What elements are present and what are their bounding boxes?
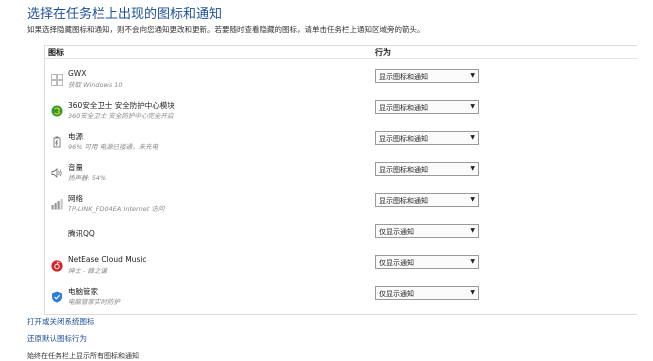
behavior-dropdown[interactable]: 显示图标和通知 ▼ (375, 162, 479, 176)
restore-default-link[interactable]: 还原默认图标行为 (27, 333, 87, 344)
system-icons-link[interactable]: 打开或关闭系统图标 (27, 316, 95, 327)
table-row: 电脑管家 电脑管家实时防护 仅显示通知 ▼ (45, 282, 637, 313)
table-row: 网络 TP-LINK_FD04EA Internet 访问 显示图标和通知 ▼ (45, 189, 637, 220)
notification-icons-table: 图标 行为 GWX 获取 Windows 10 显示图标和通知 ▼ 360安全卫 (44, 45, 637, 315)
network-icon (51, 195, 63, 210)
pc-manager-icon (51, 288, 63, 303)
row-name: 腾讯QQ (68, 229, 95, 238)
table-row: GWX 获取 Windows 10 显示图标和通知 ▼ (45, 65, 637, 96)
row-name: GWX (68, 69, 87, 78)
row-status: 获取 Windows 10 (68, 81, 123, 89)
dropdown-arrow-icon: ▼ (470, 196, 475, 203)
speaker-icon (51, 164, 63, 178)
table-row: NetEase Cloud Music 绅士 - 薛之谦 仅显示通知 ▼ (45, 251, 637, 282)
behavior-dropdown[interactable]: 显示图标和通知 ▼ (375, 100, 479, 114)
table-row: 音量 扬声器: 54% 显示图标和通知 ▼ (45, 158, 637, 189)
behavior-dropdown[interactable]: 显示图标和通知 ▼ (375, 131, 479, 145)
column-header-behavior: 行为 (375, 48, 391, 57)
row-name: NetEase Cloud Music (68, 255, 147, 264)
page-title: 选择在任务栏上出现的图标和通知 (27, 7, 223, 22)
behavior-dropdown[interactable]: 显示图标和通知 ▼ (375, 193, 479, 207)
behavior-dropdown[interactable]: 仅显示通知 ▼ (375, 286, 479, 300)
behavior-dropdown[interactable]: 显示图标和通知 ▼ (375, 69, 479, 83)
behavior-dropdown[interactable]: 仅显示通知 ▼ (375, 224, 479, 238)
row-status: 360安全卫士 安全防护中心完全开启 (68, 112, 174, 120)
dropdown-arrow-icon: ▼ (470, 134, 475, 141)
page-description: 如果选择隐藏图标和通知，则不会向您通知更改和更新。若要随时查看隐藏的图标，请单击… (27, 25, 425, 34)
table-row: 360安全卫士 安全防护中心模块 360安全卫士 安全防护中心完全开启 显示图标… (45, 96, 637, 127)
table-row: 电源 96% 可用 电源已接通，未充电 显示图标和通知 ▼ (45, 127, 637, 158)
qq-icon (51, 226, 63, 238)
dropdown-arrow-icon: ▼ (470, 103, 475, 110)
360-security-icon (51, 102, 63, 117)
netease-music-icon (51, 257, 63, 272)
dropdown-arrow-icon: ▼ (470, 72, 475, 79)
always-show-checkbox-label[interactable]: 始终在任务栏上显示所有图标和通知 (27, 351, 139, 361)
row-status: 96% 可用 电源已接通，未充电 (68, 143, 159, 151)
dropdown-arrow-icon: ▼ (470, 258, 475, 265)
behavior-dropdown[interactable]: 仅显示通知 ▼ (375, 255, 479, 269)
row-status: TP-LINK_FD04EA Internet 访问 (68, 205, 165, 213)
table-header: 图标 行为 (45, 46, 637, 59)
row-status: 绅士 - 薛之谦 (68, 267, 107, 275)
power-icon (51, 133, 63, 148)
dropdown-arrow-icon: ▼ (470, 289, 475, 296)
dropdown-arrow-icon: ▼ (470, 165, 475, 172)
windows-icon (51, 71, 63, 86)
column-header-icon: 图标 (48, 48, 64, 57)
dropdown-arrow-icon: ▼ (470, 227, 475, 234)
table-row: 腾讯QQ 仅显示通知 ▼ (45, 220, 637, 251)
row-status: 扬声器: 54% (68, 174, 107, 182)
row-status: 电脑管家实时防护 (68, 298, 120, 306)
